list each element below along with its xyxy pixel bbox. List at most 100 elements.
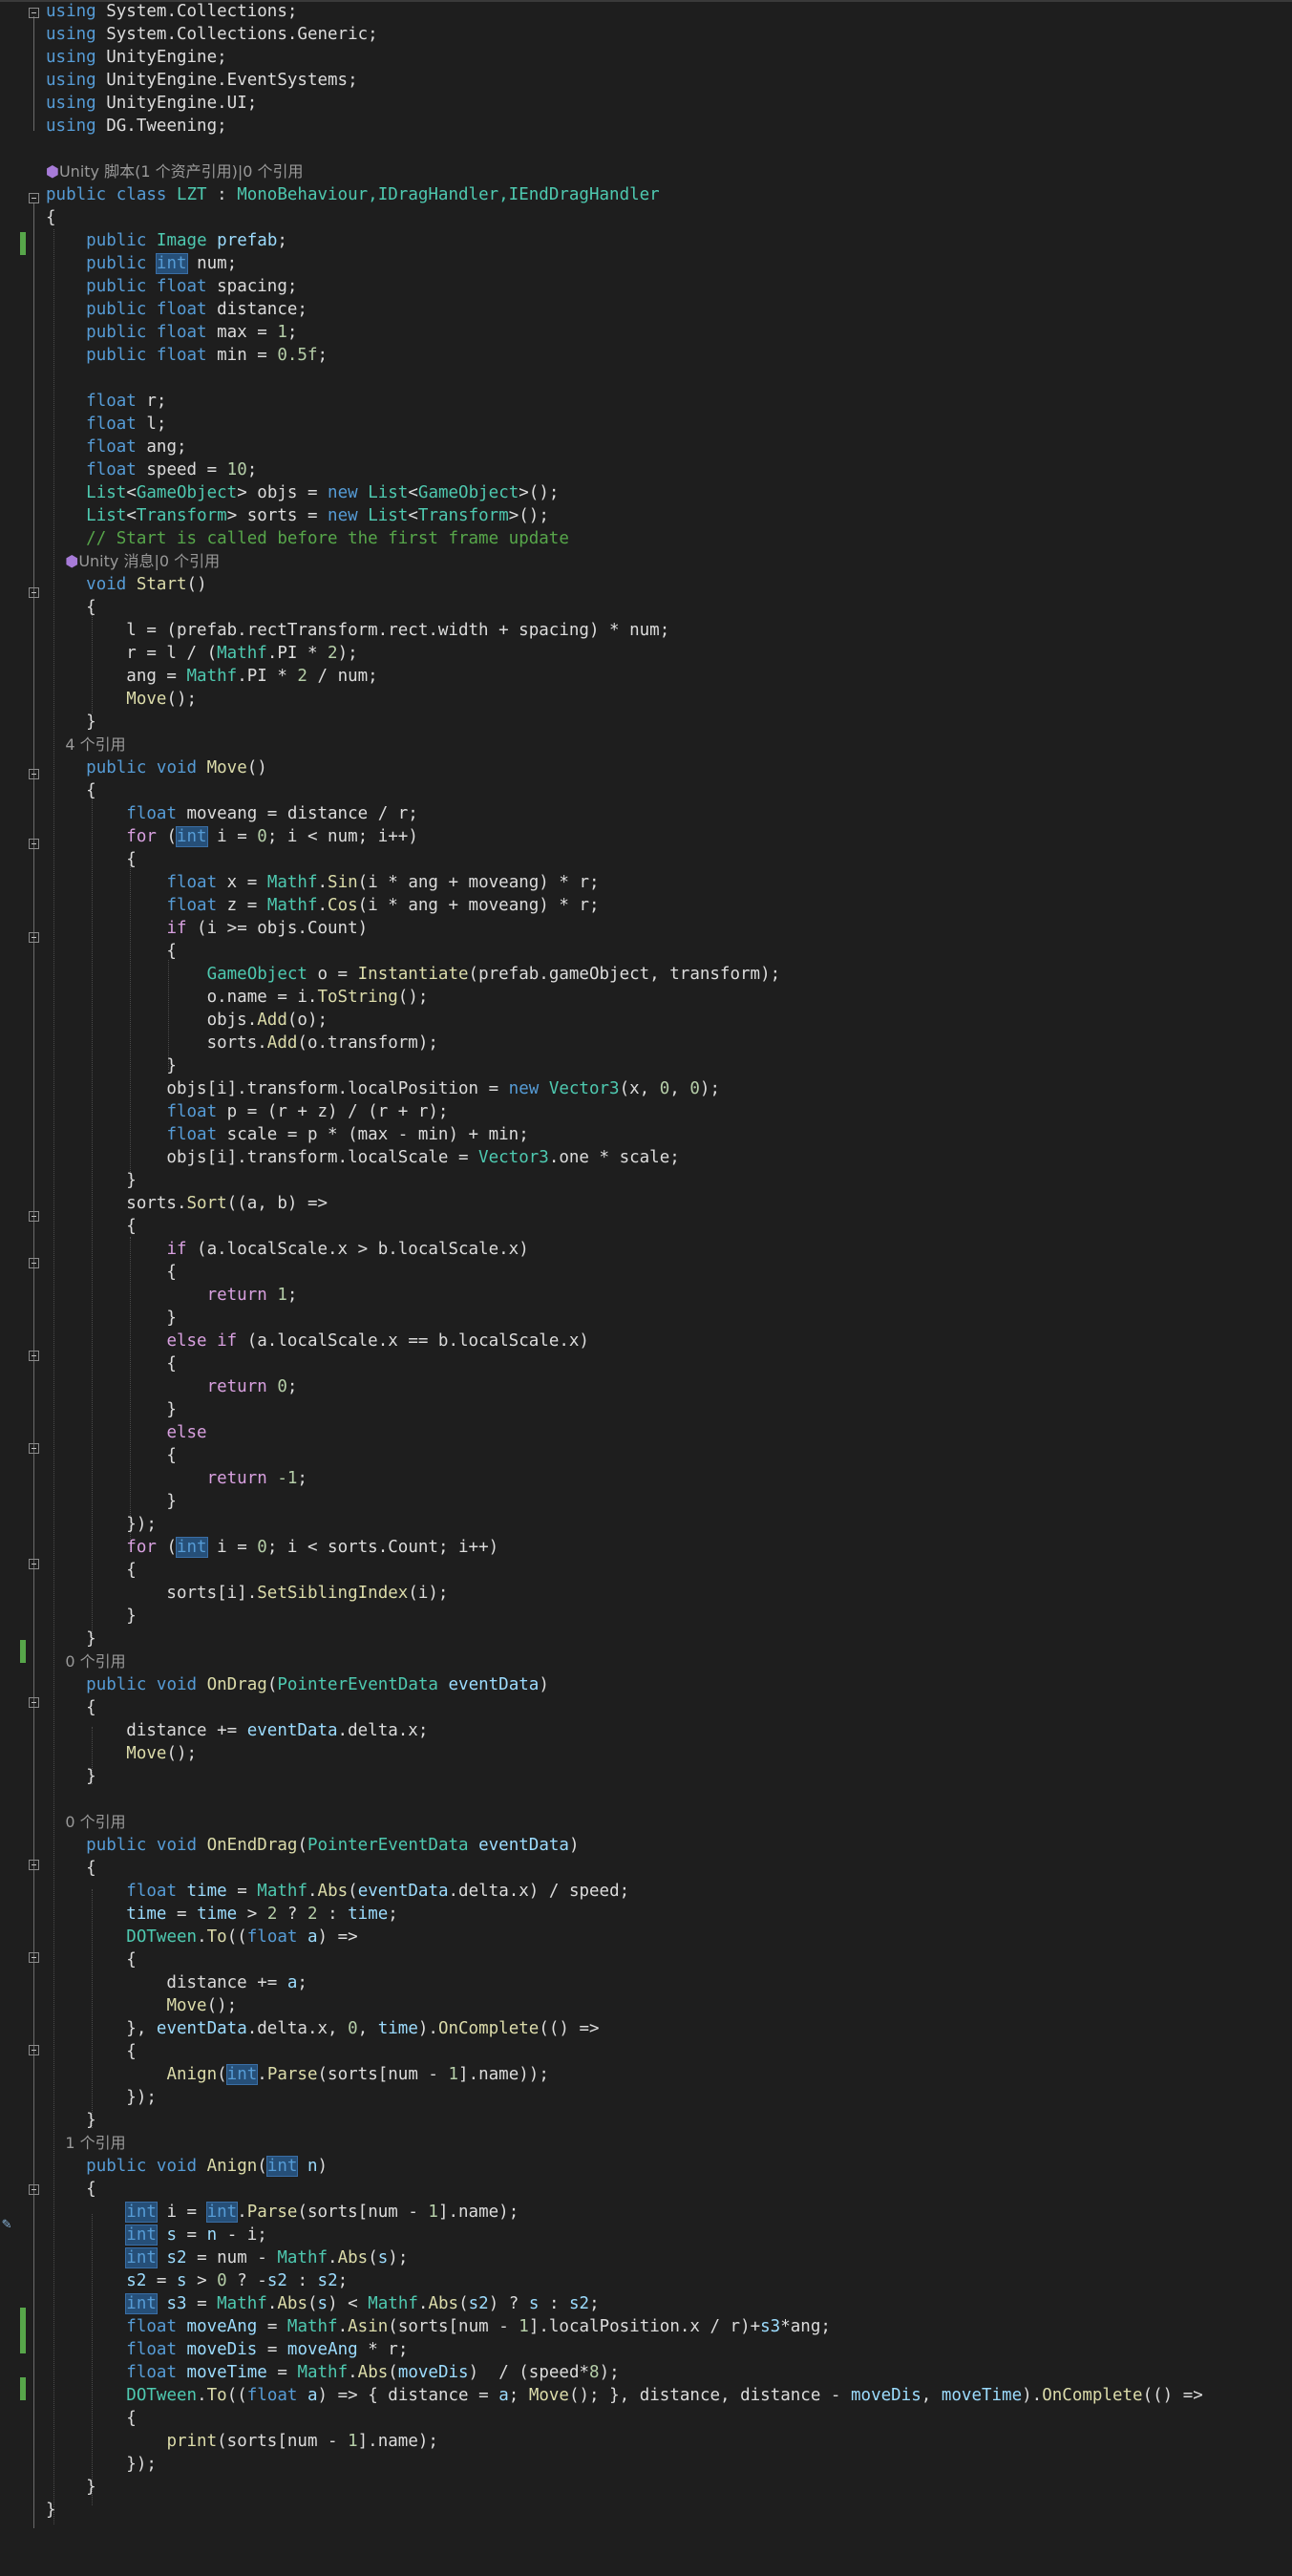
code-line[interactable]: if (i >= objs.Count) xyxy=(0,917,1292,940)
code-line[interactable]: using UnityEngine.UI; xyxy=(0,92,1292,115)
code-line[interactable]: { xyxy=(0,779,1292,802)
code-line[interactable]: { xyxy=(0,1444,1292,1467)
comment-line[interactable]: // Start is called before the first fram… xyxy=(0,527,1292,550)
code-line[interactable]: int i = int.Parse(sorts[num - 1].name); xyxy=(0,2201,1292,2224)
code-line[interactable]: public float distance; xyxy=(0,298,1292,321)
code-line[interactable]: } xyxy=(0,1169,1292,1192)
code-line[interactable]: l = (prefab.rectTransform.rect.width + s… xyxy=(0,619,1292,642)
code-line[interactable]: { xyxy=(0,940,1292,963)
code-line[interactable]: GameObject o = Instantiate(prefab.gameOb… xyxy=(0,963,1292,986)
code-line[interactable]: public void Move() xyxy=(0,756,1292,779)
code-line[interactable]: Move(); xyxy=(0,688,1292,711)
code-line[interactable]: sorts[i].SetSiblingIndex(i); xyxy=(0,1582,1292,1605)
code-line[interactable]: int s3 = Mathf.Abs(s) < Mathf.Abs(s2) ? … xyxy=(0,2292,1292,2315)
code-line[interactable]: { xyxy=(0,1948,1292,1971)
code-line[interactable]: } xyxy=(0,1307,1292,1330)
code-line[interactable]: { xyxy=(0,206,1292,229)
code-line[interactable]: List<GameObject> objs = new List<GameObj… xyxy=(0,481,1292,504)
code-line[interactable]: float l; xyxy=(0,413,1292,436)
code-line[interactable]: public float max = 1; xyxy=(0,321,1292,344)
code-line[interactable]: using System.Collections; xyxy=(0,0,1292,23)
code-line[interactable]: using UnityEngine.EventSystems; xyxy=(0,69,1292,92)
code-line[interactable]: public void OnEndDrag(PointerEventData e… xyxy=(0,1834,1292,1857)
code-line[interactable]: public float min = 0.5f; xyxy=(0,344,1292,367)
code-line[interactable]: } xyxy=(0,711,1292,734)
code-line[interactable]: { xyxy=(0,1215,1292,1238)
code-line[interactable]: } xyxy=(0,2499,1292,2522)
code-line[interactable]: if (a.localScale.x > b.localScale.x) xyxy=(0,1238,1292,1261)
code-line[interactable]: { xyxy=(0,596,1292,619)
code-line[interactable]: { xyxy=(0,2407,1292,2430)
code-line[interactable]: float time = Mathf.Abs(eventData.delta.x… xyxy=(0,1880,1292,1903)
code-line[interactable]: { xyxy=(0,2040,1292,2063)
codelens-anign[interactable]: 1 个引用 xyxy=(0,2132,1292,2155)
code-line[interactable]: Move(); xyxy=(0,1742,1292,1765)
code-line[interactable]: float p = (r + z) / (r + r); xyxy=(0,1100,1292,1123)
code-line[interactable]: distance += eventData.delta.x; xyxy=(0,1719,1292,1742)
code-line[interactable]: { xyxy=(0,1559,1292,1582)
code-line[interactable]: using DG.Tweening; xyxy=(0,115,1292,138)
code-line[interactable]: }, eventData.delta.x, 0, time).OnComplet… xyxy=(0,2017,1292,2040)
code-editor[interactable]: ✎ using System.Collections; using System… xyxy=(0,0,1292,2576)
code-line[interactable]: objs[i].transform.localScale = Vector3.o… xyxy=(0,1146,1292,1169)
code-line[interactable]: ang = Mathf.PI * 2 / num; xyxy=(0,665,1292,688)
code-line[interactable]: time = time > 2 ? 2 : time; xyxy=(0,1903,1292,1926)
code-line[interactable]: { xyxy=(0,848,1292,871)
code-line[interactable]: }); xyxy=(0,2086,1292,2109)
code-line[interactable]: distance += a; xyxy=(0,1971,1292,1994)
codelens-onenddrag[interactable]: 0 个引用 xyxy=(0,1811,1292,1834)
code-line[interactable]: } xyxy=(0,1490,1292,1513)
code-line[interactable]: float moveTime = Mathf.Abs(moveDis) / (s… xyxy=(0,2361,1292,2384)
code-line[interactable]: float moveang = distance / r; xyxy=(0,802,1292,825)
code-line[interactable]: float r; xyxy=(0,390,1292,413)
code-line[interactable]: public void Anign(int n) xyxy=(0,2155,1292,2178)
code-line[interactable]: public class LZT : MonoBehaviour,IDragHa… xyxy=(0,183,1292,206)
code-line[interactable]: float x = Mathf.Sin(i * ang + moveang) *… xyxy=(0,871,1292,894)
code-line[interactable]: o.name = i.ToString(); xyxy=(0,986,1292,1009)
code-line[interactable]: using System.Collections.Generic; xyxy=(0,23,1292,46)
code-line[interactable]: } xyxy=(0,2476,1292,2499)
code-line[interactable]: } xyxy=(0,2109,1292,2132)
codelens-ondrag[interactable]: 0 个引用 xyxy=(0,1650,1292,1673)
code-line[interactable]: float speed = 10; xyxy=(0,458,1292,481)
code-line[interactable]: { xyxy=(0,1696,1292,1719)
code-line[interactable]: } xyxy=(0,1765,1292,1788)
code-line[interactable]: else if (a.localScale.x == b.localScale.… xyxy=(0,1330,1292,1352)
code-line[interactable]: for (int i = 0; i < sorts.Count; i++) xyxy=(0,1536,1292,1559)
code-line[interactable]: print(sorts[num - 1].name); xyxy=(0,2430,1292,2453)
code-line[interactable]: float moveAng = Mathf.Asin(sorts[num - 1… xyxy=(0,2315,1292,2338)
code-line[interactable]: List<Transform> sorts = new List<Transfo… xyxy=(0,504,1292,527)
code-line[interactable]: DOTween.To((float a) => xyxy=(0,1926,1292,1948)
code-line[interactable]: sorts.Add(o.transform); xyxy=(0,1032,1292,1054)
code-line[interactable]: Move(); xyxy=(0,1994,1292,2017)
code-line[interactable]: return 0; xyxy=(0,1375,1292,1398)
code-line[interactable]: }); xyxy=(0,1513,1292,1536)
code-line[interactable]: using UnityEngine; xyxy=(0,46,1292,69)
code-line[interactable]: sorts.Sort((a, b) => xyxy=(0,1192,1292,1215)
code-line[interactable]: objs[i].transform.localPosition = new Ve… xyxy=(0,1077,1292,1100)
code-line[interactable]: } xyxy=(0,1054,1292,1077)
code-line[interactable]: int s = n - i; xyxy=(0,2224,1292,2246)
code-line[interactable]: { xyxy=(0,1261,1292,1284)
codelens-move[interactable]: 4 个引用 xyxy=(0,734,1292,756)
code-line[interactable]: { xyxy=(0,1352,1292,1375)
code-line[interactable]: Anign(int.Parse(sorts[num - 1].name)); xyxy=(0,2063,1292,2086)
code-line[interactable]: { xyxy=(0,2178,1292,2201)
code-line[interactable]: public void OnDrag(PointerEventData even… xyxy=(0,1673,1292,1696)
code-line[interactable]: float moveDis = moveAng * r; xyxy=(0,2338,1292,2361)
codelens-class[interactable]: ⬢Unity 脚本(1 个资产引用)|0 个引用 xyxy=(0,160,1292,183)
code-line[interactable]: for (int i = 0; i < num; i++) xyxy=(0,825,1292,848)
code-line[interactable]: }); xyxy=(0,2453,1292,2476)
code-line[interactable]: public float spacing; xyxy=(0,275,1292,298)
code-line[interactable]: r = l / (Mathf.PI * 2); xyxy=(0,642,1292,665)
code-line[interactable]: void Start() xyxy=(0,573,1292,596)
codelens-start[interactable]: ⬢Unity 消息|0 个引用 xyxy=(0,550,1292,573)
code-line[interactable]: DOTween.To((float a) => { distance = a; … xyxy=(0,2384,1292,2407)
code-line[interactable]: int s2 = num - Mathf.Abs(s); xyxy=(0,2246,1292,2269)
code-line[interactable]: float z = Mathf.Cos(i * ang + moveang) *… xyxy=(0,894,1292,917)
code-line[interactable]: } xyxy=(0,1605,1292,1628)
code-line[interactable]: float ang; xyxy=(0,436,1292,458)
code-line[interactable]: public Image prefab; xyxy=(0,229,1292,252)
code-line[interactable]: return 1; xyxy=(0,1284,1292,1307)
code-line[interactable]: objs.Add(o); xyxy=(0,1009,1292,1032)
